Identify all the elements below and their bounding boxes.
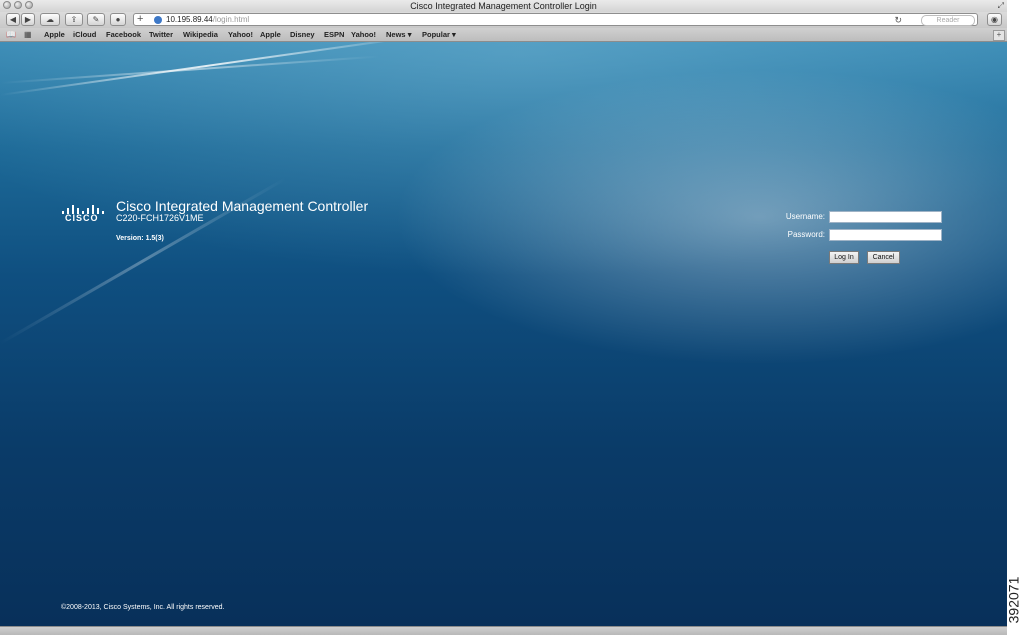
bookmark-folder-label: News [386,30,406,39]
login-page [0,42,1007,626]
back-button[interactable]: ◀ [6,13,20,26]
url-path: /login.html [212,15,250,24]
top-sites-icon[interactable]: ▦ [24,30,32,39]
chevron-down-icon: ▾ [407,30,412,39]
share-icon: ⇪ [70,15,78,24]
reading-list-icon[interactable]: 📖 [6,30,16,39]
figure-number-text: 392071 [1005,576,1022,624]
bookmark-item[interactable]: Disney [290,28,315,41]
reload-icon[interactable]: ↻ [894,14,902,26]
add-bookmark-icon[interactable]: + [137,13,143,25]
back-arrow-icon: ◀ [9,15,17,24]
bookmark-item[interactable]: Yahoo! [351,28,376,41]
app-title: Cisco Integrated Management Controller [116,198,369,214]
server-serial: C220-FCH1726V1ME [116,213,204,223]
password-label: Password: [787,230,825,239]
password-input[interactable] [829,229,942,241]
forward-arrow-icon: ▶ [24,15,32,24]
bookmark-item[interactable]: Apple [260,28,281,41]
background-streak [0,55,380,84]
browser-toolbar: ◀ ▶ ☁ ⇪ ✎ ● + 10.195.89.44/login.html ↻ … [0,12,1007,28]
username-label: Username: [785,212,825,221]
bookmark-item[interactable]: Apple [44,28,65,41]
window-titlebar: Cisco Integrated Management Controller L… [0,0,1007,12]
username-input[interactable] [829,211,942,223]
figure-number: 392071 [1005,570,1026,630]
extension-button[interactable]: ● [110,13,126,26]
fullscreen-icon[interactable]: ⤢ [998,1,1004,11]
reader-button[interactable]: Reader [921,15,975,26]
login-button[interactable]: Log In [829,251,859,264]
cloud-icon: ☁ [46,15,54,24]
globe-icon [154,16,162,24]
bookmark-folder-popular[interactable]: Popular ▾ [422,28,456,41]
forward-button[interactable]: ▶ [21,13,35,26]
version-label: Version: 1.5(3) [116,235,164,242]
bookmark-folder-label: Popular [422,30,450,39]
new-tab-plus-icon[interactable]: + [993,30,1005,41]
browser-window: Cisco Integrated Management Controller L… [0,0,1007,635]
logo-wordmark: CISCO [65,213,99,223]
download-icon: ◉ [991,15,998,24]
bookmark-item[interactable]: Facebook [106,28,141,41]
cisco-logo: CISCO [62,201,104,223]
chevron-down-icon: ▾ [452,30,456,39]
settings-button[interactable]: ✎ [87,13,105,26]
share-button[interactable]: ⇪ [65,13,83,26]
bookmark-item[interactable]: Twitter [149,28,173,41]
url-text: 10.195.89.44/login.html [166,14,249,26]
window-title: Cisco Integrated Management Controller L… [410,1,597,11]
bookmark-item[interactable]: Wikipedia [183,28,218,41]
url-host: 10.195.89.44 [166,15,213,24]
wrench-icon: ✎ [92,15,100,24]
address-bar[interactable]: + 10.195.89.44/login.html ↻ Reader [133,13,978,26]
bookmarks-bar: 📖 ▦ Apple iCloud Facebook Twitter Wikipe… [0,28,1007,42]
icloud-tabs-button[interactable]: ☁ [40,13,60,26]
bookmark-item[interactable]: iCloud [73,28,96,41]
bookmark-item[interactable]: ESPN [324,28,344,41]
gear-icon: ● [115,15,121,24]
copyright-notice: ©2008-2013, Cisco Systems, Inc. All righ… [61,604,225,611]
bookmark-folder-news[interactable]: News ▾ [386,28,411,41]
bookmark-item[interactable]: Yahoo! [228,28,253,41]
downloads-button[interactable]: ◉ [987,13,1002,26]
cancel-button[interactable]: Cancel [867,251,900,264]
